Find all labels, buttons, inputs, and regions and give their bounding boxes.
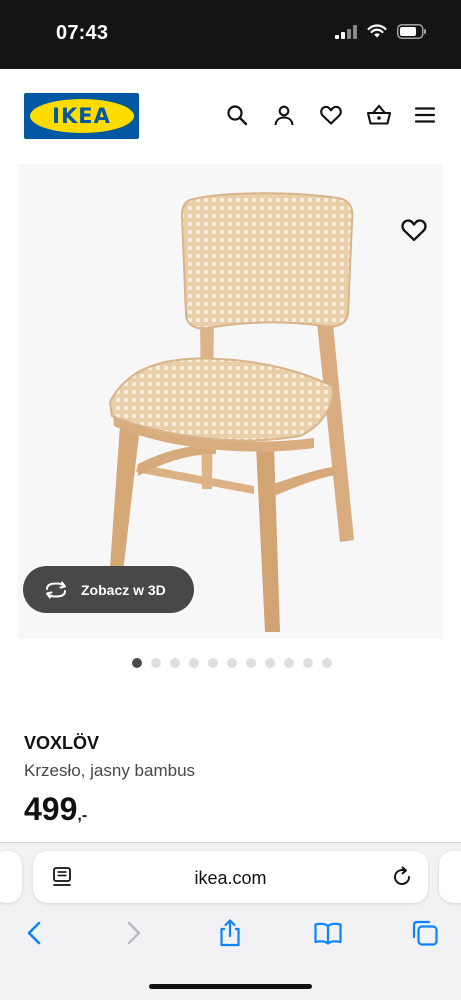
carousel-dot[interactable]	[132, 658, 142, 668]
share-icon[interactable]	[215, 918, 245, 948]
carousel-dot[interactable]	[151, 658, 161, 668]
reload-icon[interactable]	[390, 865, 414, 889]
carousel-dot[interactable]	[227, 658, 237, 668]
logo-text: IKEA	[52, 104, 111, 128]
heart-icon[interactable]	[319, 103, 343, 127]
add-to-favorites-heart-icon[interactable]	[400, 216, 428, 244]
carousel-dot[interactable]	[208, 658, 218, 668]
carousel-dot[interactable]	[170, 658, 180, 668]
view-3d-button[interactable]: Zobacz w 3D	[23, 566, 194, 613]
user-icon[interactable]	[272, 103, 296, 127]
view-3d-label: Zobacz w 3D	[81, 581, 166, 598]
carousel-dot[interactable]	[322, 658, 332, 668]
rotate-3d-icon	[43, 580, 69, 600]
price-suffix: ,-	[77, 807, 88, 824]
site-header: IKEA	[0, 69, 461, 164]
product-price: 499,-	[24, 791, 87, 828]
tabs-icon[interactable]	[410, 918, 440, 948]
product-description: Krzesło, jasny bambus	[24, 761, 196, 780]
carousel-dot[interactable]	[246, 658, 256, 668]
search-icon[interactable]	[225, 103, 249, 127]
status-time: 07:43	[56, 22, 109, 44]
cellular-signal-icon	[335, 24, 357, 44]
carousel-dot[interactable]	[303, 658, 313, 668]
carousel-dot[interactable]	[189, 658, 199, 668]
forward-icon[interactable]	[118, 918, 148, 948]
image-carousel-dots	[132, 658, 332, 668]
home-indicator	[149, 984, 312, 989]
back-icon[interactable]	[20, 918, 50, 948]
battery-icon	[397, 24, 427, 44]
price-value: 499	[24, 791, 78, 827]
product-name: VOXLÖV	[24, 733, 100, 753]
wifi-icon	[367, 24, 387, 44]
carousel-dot[interactable]	[265, 658, 275, 668]
carousel-dot[interactable]	[284, 658, 294, 668]
status-bar: 07:43	[0, 0, 461, 69]
bookmarks-icon[interactable]	[313, 918, 343, 948]
ikea-logo[interactable]: IKEA	[24, 93, 139, 139]
basket-icon[interactable]	[366, 103, 392, 127]
menu-icon[interactable]	[413, 103, 437, 127]
